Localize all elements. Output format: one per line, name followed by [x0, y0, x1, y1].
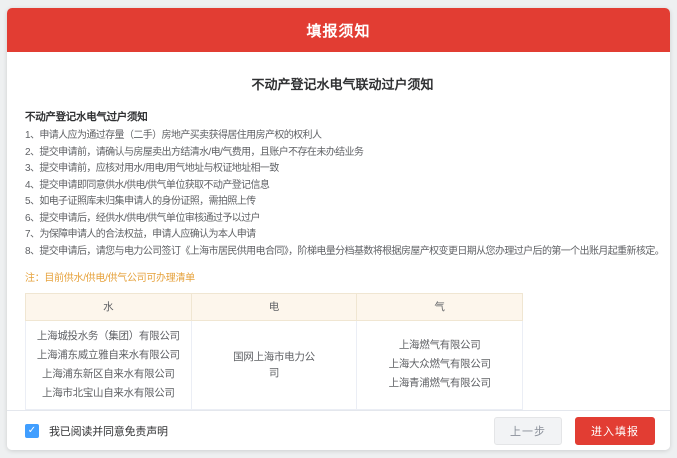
agree-row[interactable]: ✓ 我已阅读并同意免责声明: [25, 423, 168, 439]
enter-filling-button[interactable]: 进入填报: [575, 416, 655, 445]
water-company-1: 上海城投水务（集团）有限公司: [36, 329, 180, 342]
table-header-gas: 气: [356, 292, 523, 321]
notice-subtitle: 不动产登记水电气联动过户须知: [251, 77, 434, 92]
water-company-2: 上海浦东威立雅自来水有限公司: [36, 348, 180, 361]
table-cell-water: 上海城投水务（集团）有限公司 上海浦东威立雅自来水有限公司 上海浦东新区自来水有…: [25, 319, 192, 410]
note-text: 注：目前供水/供电/供气公司可办理清单: [25, 272, 195, 284]
agree-checkbox[interactable]: ✓: [25, 423, 39, 438]
dialog-title: 填报须知: [306, 22, 371, 40]
gas-company-1: 上海燃气有限公司: [398, 339, 481, 351]
section-title: 不动产登记水电气过户须知: [25, 111, 148, 123]
notice-list: 1、申请人应为通过存量（二手）房地产买卖获得居住用房产权的权利人 2、提交申请前…: [25, 130, 665, 257]
electric-company-1: 国网上海市电力公司: [233, 350, 315, 379]
notice-item-5: 5、如电子证照库未归集申请人的身份证照，需拍照上传: [25, 196, 256, 207]
table-cell-gas: 上海燃气有限公司 上海大众燃气有限公司 上海青浦燃气有限公司: [356, 319, 523, 410]
water-company-3: 上海浦东新区自来水有限公司: [42, 367, 175, 380]
dialog-header: 填报须知: [7, 8, 670, 52]
notice-item-8: 8、提交申请后，请您与电力公司签订《上海市居民供用电合同》，阶梯电量分档基数将根…: [25, 245, 665, 257]
previous-step-button[interactable]: 上一步: [494, 416, 562, 445]
check-icon: ✓: [27, 424, 37, 436]
table-header-row: 水 电 气: [25, 292, 523, 321]
table-cell-electric: 国网上海市电力公司: [190, 319, 358, 410]
notice-dialog: 填报须知 不动产登记水电气联动过户须知 不动产登记水电气过户须知 1、申请人应为…: [7, 8, 670, 450]
water-company-4: 上海市北宝山自来水有限公司: [42, 386, 175, 399]
notice-item-2: 2、提交申请前，请确认与房屋卖出方结清水/电/气费用，且账户不存在未办结业务: [25, 146, 364, 158]
notice-item-7: 7、为保障申请人的合法权益，申请人应确认为本人申请: [25, 229, 256, 240]
notice-item-4: 4、提交申请即同意供水/供电/供气单位获取不动产登记信息: [25, 179, 270, 191]
companies-table: 水 电 气 上海城投水务（集团）有限公司 上海浦东威立雅自来水有限公司 上海浦东…: [25, 292, 523, 410]
dialog-footer: ✓ 我已阅读并同意免责声明 上一步 进入填报: [7, 409, 670, 450]
notice-item-1: 1、申请人应为通过存量（二手）房地产买卖获得居住用房产权的权利人: [25, 130, 322, 141]
footer-buttons: 上一步 进入填报: [494, 416, 655, 445]
gas-company-2: 上海大众燃气有限公司: [388, 358, 491, 370]
dialog-content: 不动产登记水电气联动过户须知 不动产登记水电气过户须知 1、申请人应为通过存量（…: [7, 52, 670, 410]
table-header-water: 水: [25, 292, 192, 321]
agree-label: 我已阅读并同意免责声明: [49, 425, 168, 438]
gas-company-3: 上海青浦燃气有限公司: [388, 377, 491, 389]
table-body-row: 上海城投水务（集团）有限公司 上海浦东威立雅自来水有限公司 上海浦东新区自来水有…: [25, 319, 523, 410]
notice-item-6: 6、提交申请后，经供水/供电/供气单位审核通过予以过户: [25, 212, 261, 224]
table-header-electric: 电: [190, 292, 358, 321]
notice-item-3: 3、提交申请前，应核对用水/用电/用气地址与权证地址相一致: [25, 163, 279, 174]
